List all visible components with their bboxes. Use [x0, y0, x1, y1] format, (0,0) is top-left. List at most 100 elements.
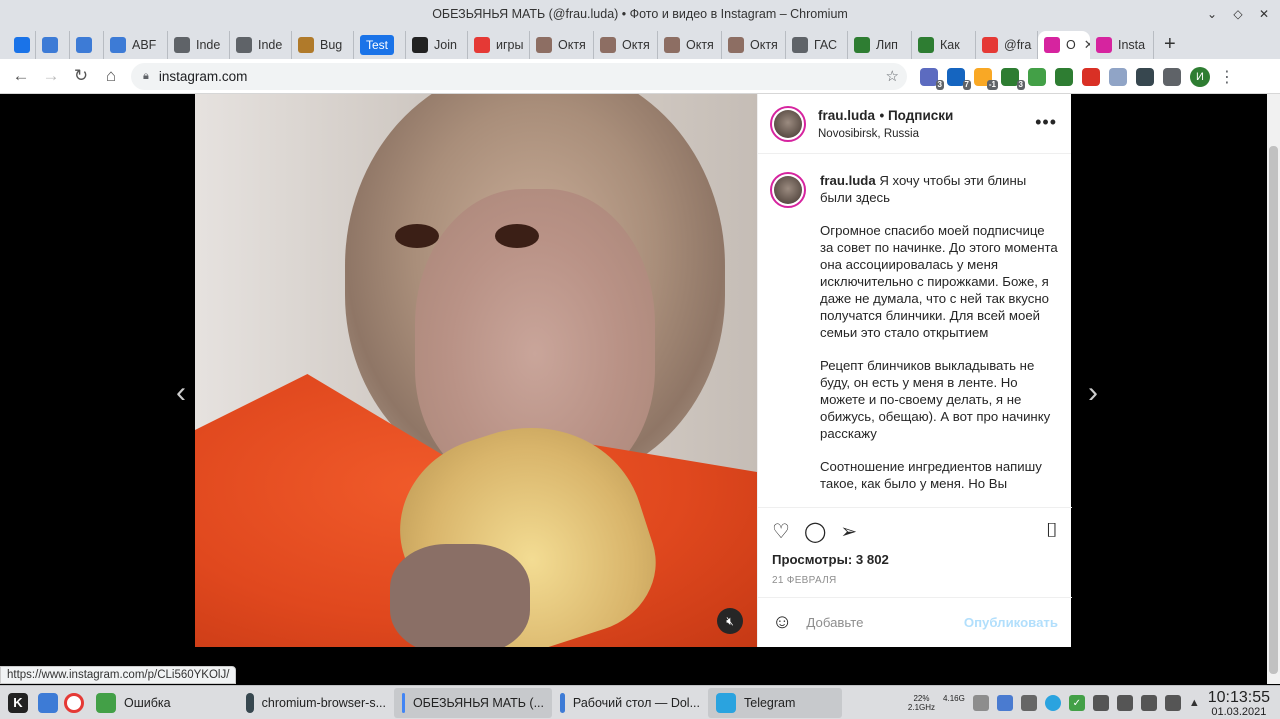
record-icon[interactable] [1055, 67, 1073, 86]
tab-9[interactable]: игры [468, 31, 530, 59]
browser-menu-icon[interactable]: ⋮ [1219, 67, 1235, 87]
tab-4[interactable]: Inde [168, 31, 230, 59]
cube-icon [110, 37, 126, 53]
taskbar-window-2[interactable]: ОБЕЗЬЯНЬЯ МАТЬ (... [394, 687, 552, 718]
volume-icon[interactable] [1116, 695, 1133, 711]
clipboard-icon[interactable] [1140, 695, 1157, 711]
vk-icon[interactable] [1109, 67, 1127, 86]
48-icon [854, 37, 870, 53]
tab-17[interactable]: @fra [976, 31, 1038, 59]
tab-10[interactable]: Октя [530, 31, 594, 59]
post-video[interactable]: 🔇︎ [195, 94, 757, 647]
bookmark-icon[interactable]: ⌷ [1046, 520, 1058, 543]
check-icon[interactable]: ✓ [1068, 695, 1085, 711]
location-link[interactable]: Novosibirsk, Russia [818, 128, 953, 140]
error-icon [96, 692, 116, 713]
heart-icon[interactable]: ♡ [772, 519, 790, 544]
tab-label: Join [434, 38, 457, 52]
forward-button[interactable]: → [36, 61, 66, 91]
cpu-monitor[interactable]: 22% 2.1GHz [908, 694, 935, 712]
comment-input[interactable]: Добавьте [806, 615, 863, 630]
tab-7[interactable]: Test [354, 31, 406, 59]
tab-11[interactable]: Октя [594, 31, 658, 59]
tab-18[interactable]: О ✕ [1038, 31, 1090, 59]
tab-14[interactable]: ГАС [786, 31, 848, 59]
diamond-icon[interactable]: ◇ [1230, 7, 1246, 21]
sync-icon[interactable]: 7 [947, 67, 971, 90]
post-date[interactable]: 21 ФЕВРАЛЯ [772, 575, 1058, 586]
tab-label: Как [940, 38, 960, 52]
weather-icon[interactable]: -1 [974, 67, 998, 90]
clock[interactable]: 10:13:55 01.03.2021 [1208, 689, 1270, 718]
app-launcher[interactable]: K [0, 688, 36, 718]
chevron-left-icon[interactable]: ‹ [176, 376, 186, 410]
gmail-icon[interactable] [1082, 67, 1100, 86]
tab-0[interactable] [8, 31, 36, 59]
shield-icon[interactable]: 3 [1001, 67, 1025, 90]
recycle-icon[interactable] [996, 695, 1013, 711]
tab-5[interactable]: Inde [230, 31, 292, 59]
page-content: ‹ › 🔇︎ frau.luda • Подписки Novosibirsk,… [0, 94, 1280, 684]
taskbar-window-4[interactable]: Telegram [708, 687, 842, 718]
tab-8[interactable]: Join [406, 31, 468, 59]
home-button[interactable]: ⌂ [96, 61, 126, 91]
more-options-icon[interactable]: ••• [1035, 112, 1057, 133]
avatar[interactable] [770, 105, 806, 142]
tab-2[interactable] [70, 31, 104, 59]
share-icon[interactable]: ➢ [840, 519, 857, 544]
chevron-right-icon[interactable]: › [1088, 376, 1098, 410]
tab-1[interactable] [36, 31, 70, 59]
taskbar-window-0[interactable]: Ошибка [88, 688, 238, 718]
mail-icon[interactable]: 3 [920, 67, 944, 90]
star-icon[interactable]: ☆ [886, 67, 899, 85]
taskbar-window-label: Рабочий стол — Dol... [572, 695, 700, 710]
tab-12[interactable]: Октя [658, 31, 722, 59]
monitor-icon[interactable] [1092, 695, 1109, 711]
comment-icon[interactable]: ◯ [804, 519, 826, 544]
emoji-icon[interactable]: ☺ [772, 611, 792, 634]
telegram-tray-icon[interactable] [1044, 695, 1061, 711]
back-button[interactable]: ← [6, 61, 36, 91]
username-link[interactable]: frau.luda [818, 108, 875, 123]
close-icon[interactable]: ✕ [1256, 7, 1272, 21]
caption-username[interactable]: frau.luda [820, 173, 876, 188]
tab-3[interactable]: ABF [104, 31, 168, 59]
printer-icon[interactable] [972, 695, 989, 711]
scrollbar-thumb[interactable] [1269, 146, 1278, 674]
tab-13[interactable]: Октя [722, 31, 786, 59]
follow-status[interactable]: • Подписки [879, 108, 953, 123]
arrow-right-icon: → [42, 66, 60, 85]
taskbar-window-3[interactable]: Рабочий стол — Dol... [552, 688, 708, 718]
caption-paragraph: Соотношение ингредиентов напишу такое, к… [820, 459, 1042, 491]
clock-date: 01.03.2021 [1211, 705, 1267, 718]
reload-button[interactable]: ↻ [66, 61, 96, 91]
speaker-muted-icon: 🔇︎ [726, 613, 734, 628]
address-bar[interactable]: 🔒︎ instagram.com ☆ [131, 63, 907, 90]
tab-16[interactable]: Как [912, 31, 976, 59]
chevron-down-icon[interactable]: ⌄ [1204, 7, 1220, 21]
grid-icon[interactable] [1028, 67, 1046, 86]
network-icon[interactable] [1164, 695, 1181, 711]
page-scrollbar[interactable] [1267, 94, 1280, 684]
tray-expand-icon[interactable]: ▲ [1189, 697, 1200, 709]
post-header-names: frau.luda • Подписки Novosibirsk, Russia [818, 107, 953, 140]
publish-button[interactable]: Опубликовать [964, 615, 1058, 630]
tab-15[interactable]: Лип [848, 31, 912, 59]
tab-19[interactable]: Insta [1090, 31, 1154, 59]
monkey-eye-left [395, 224, 439, 248]
mute-button[interactable]: 🔇︎ [717, 608, 743, 634]
camera-icon[interactable] [1136, 67, 1154, 86]
view-count[interactable]: Просмотры: 3 802 [772, 552, 1058, 567]
taskbar-window-1[interactable]: chromium-browser-s... [238, 688, 394, 718]
file-manager-launcher[interactable] [36, 688, 60, 718]
new-tab-button[interactable]: + [1154, 33, 1186, 56]
profile-avatar[interactable]: И [1190, 66, 1210, 87]
memory-monitor[interactable]: 4.16G [943, 694, 965, 712]
dropbox-icon[interactable] [1020, 695, 1037, 711]
tab-6[interactable]: Bug [292, 31, 354, 59]
caption-avatar[interactable] [770, 172, 806, 208]
opera-launcher[interactable] [60, 688, 88, 718]
yandex-icon [474, 37, 490, 53]
scales-icon [664, 37, 680, 53]
puzzle-icon[interactable] [1163, 67, 1181, 86]
